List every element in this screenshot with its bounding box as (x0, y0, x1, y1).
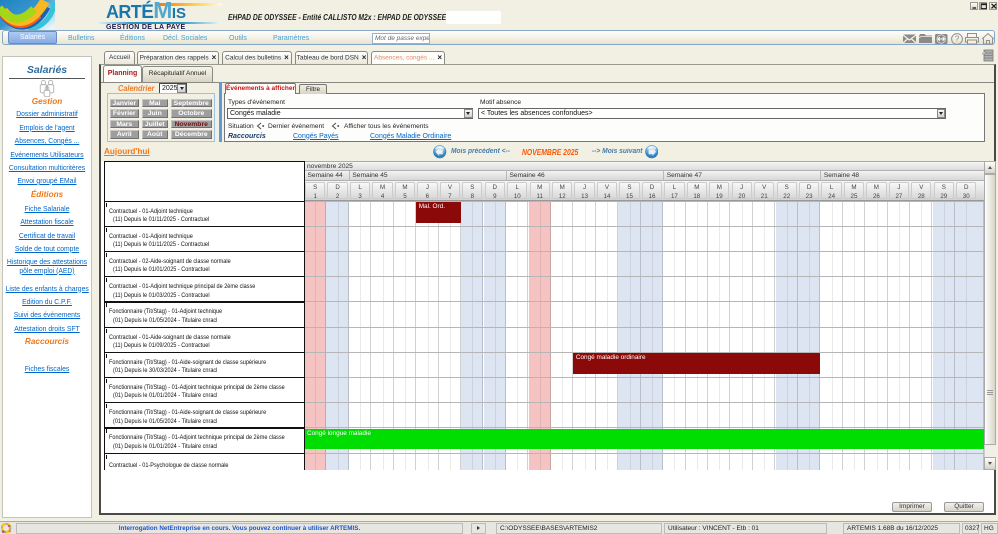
svg-text:?: ? (955, 35, 960, 44)
